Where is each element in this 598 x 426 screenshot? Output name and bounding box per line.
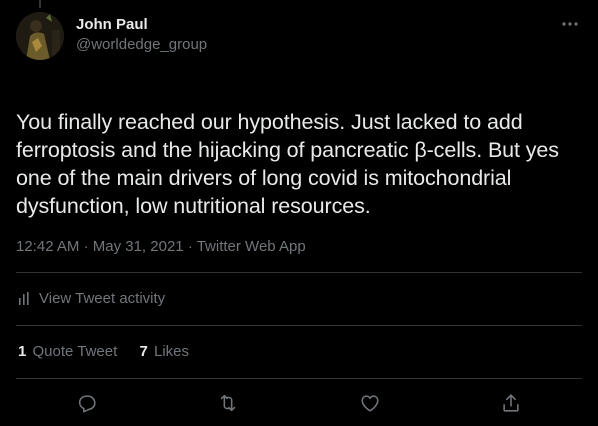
divider [16,272,582,273]
tweet-actions [16,380,582,426]
meta-separator: · [187,238,197,255]
quote-count: 1 [18,343,27,360]
heart-icon [361,395,379,412]
thread-connector-line [39,0,41,8]
avatar[interactable] [16,12,64,60]
divider [16,325,582,326]
retweet-button[interactable] [217,392,239,414]
tweet-date-link[interactable]: May 31, 2021 [93,238,184,255]
like-label: Likes [149,343,189,360]
tweet-text: You finally reached our hypothesis. Just… [16,110,559,218]
tweet-time-link[interactable]: 12:42 AM [16,238,79,255]
bar-chart-icon [19,292,29,305]
tweet-source-link[interactable]: Twitter Web App [197,238,306,255]
quote-label: Quote Tweet [28,343,118,360]
quote-tweets-stat[interactable]: 1 Quote Tweet [18,342,117,362]
author-handle[interactable]: @worldedge_group [76,35,207,55]
share-button[interactable] [500,392,522,414]
more-options-icon[interactable] [558,14,582,34]
meta-separator: · [83,238,93,255]
divider [16,378,582,379]
tweet-header: John Paul @worldedge_group [16,12,582,62]
like-count: 7 [139,343,148,360]
likes-stat[interactable]: 7 Likes [139,342,189,362]
like-button[interactable] [359,392,381,414]
author-names: John Paul @worldedge_group [76,15,207,55]
view-tweet-activity-label: View Tweet activity [39,290,166,307]
retweet-icon [220,394,236,412]
share-icon [503,394,519,412]
reply-icon [78,395,96,413]
tweet-stats: 1 Quote Tweet 7 Likes [18,342,207,362]
tweet-meta: 12:42 AM · May 31, 2021 · Twitter Web Ap… [16,237,306,257]
reply-button[interactable] [76,392,98,414]
author-display-name[interactable]: John Paul [76,15,207,35]
